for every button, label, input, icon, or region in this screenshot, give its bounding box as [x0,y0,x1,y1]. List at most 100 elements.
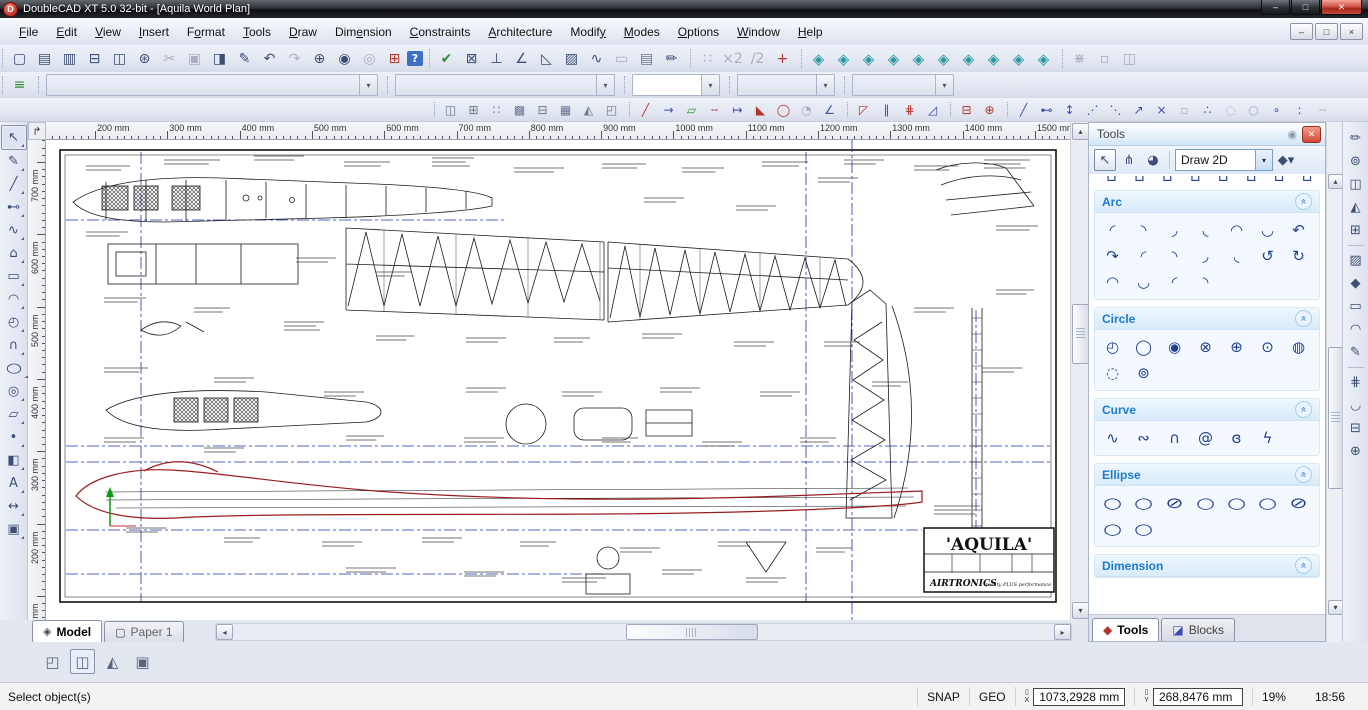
settings-icon[interactable]: ⊛ [132,48,157,70]
snap-colon-icon[interactable]: : [1288,100,1311,120]
collapse-chevron-icon[interactable]: « [1295,401,1312,418]
linestyle-combo[interactable]: ▾ [852,74,954,96]
format-painter-icon[interactable]: ✎ [232,48,257,70]
angle-vertex-icon[interactable]: ∠ [818,100,841,120]
y-coordinate[interactable]: ▯Y 268,8476 mm [1134,687,1252,706]
arc-tool-15-icon[interactable]: ◠ [1097,269,1128,295]
arrow-line-icon[interactable]: ↦ [726,100,749,120]
menu-dimension[interactable]: Dimension [326,25,401,39]
menu-insert[interactable]: Insert [130,25,178,39]
paste-icon[interactable]: ◨ [207,48,232,70]
grid-array-icon[interactable]: ⊞ [1345,219,1367,242]
arc-tool-8-icon[interactable]: ↷ [1097,243,1128,269]
red-shape-icon[interactable]: ◆ [1345,272,1367,295]
chevron-down-icon[interactable]: ▾ [816,75,834,95]
mirror-objects-icon[interactable]: ◭ [1345,196,1367,219]
arrange-hatch-icon[interactable]: ▩ [508,100,531,120]
pattern-objects-icon[interactable]: ⋕ [1345,371,1367,394]
hatch-objects-icon[interactable]: ▨ [1345,249,1367,272]
color-combo[interactable]: ▾ [395,74,615,96]
offset-point-icon[interactable]: + [770,48,795,70]
line-tool-icon[interactable]: ╱ [2,173,26,196]
zoom-icon[interactable]: ◉ [332,48,357,70]
section-header-dimension[interactable]: Dimension« [1095,555,1319,577]
menu-tools[interactable]: Tools [234,25,280,39]
collapse-chevron-icon[interactable]: « [1295,557,1312,574]
arrange-stack-icon[interactable]: ◫ [439,100,462,120]
bezier-tool-icon[interactable]: ∩ [2,334,26,357]
circle-tool-5-icon[interactable]: ⊕ [1221,334,1252,360]
undo-icon[interactable]: ↶ [257,48,282,70]
collapse-chevron-icon[interactable]: « [1295,310,1312,327]
line-tool-icon[interactable]: ╱ [634,100,657,120]
chevron-down-icon[interactable]: ▾ [1255,150,1272,170]
rect-node-icon[interactable]: ▱ [680,100,703,120]
panel-close-icon[interactable]: ✕ [1302,126,1321,143]
snap-cross-icon[interactable]: × [1150,100,1173,120]
menu-window[interactable]: Window [728,25,789,39]
polygon-tool-icon[interactable]: ⌂ [2,242,26,265]
sketch-tool-icon[interactable]: ✎ [2,150,26,173]
scroll-right-icon[interactable]: ▸ [1054,624,1071,640]
menu-format[interactable]: Format [178,25,234,39]
arc-tool-11-icon[interactable]: ◞ [1190,243,1221,269]
arc-tool-4-icon[interactable]: ◟ [1190,217,1221,243]
panel-scrollbar[interactable]: ▴ ▾ [1326,122,1342,642]
save-icon[interactable]: ▥ [57,48,82,70]
circle-tool-icon[interactable]: ◴ [2,311,26,334]
vscroll-thumb[interactable] [1072,304,1089,364]
print-drawing-icon[interactable]: ⊟ [1345,417,1367,440]
arc-tool-3-icon[interactable]: ◞ [1159,217,1190,243]
target-red-icon[interactable]: ⊕ [978,100,1001,120]
viewport-frame-icon[interactable]: ▣ [130,649,155,674]
shapes-tool-icon[interactable]: ▱ [2,403,26,426]
menu-view[interactable]: View [86,25,130,39]
arrange-grid-icon[interactable]: ▦ [554,100,577,120]
curve-objects-icon[interactable]: ◡ [1345,394,1367,417]
snap-vertical-icon[interactable]: ↕ [1058,100,1081,120]
view-cube-10-icon[interactable]: ◈ [1031,48,1056,70]
bricks-icon[interactable]: ▤ [634,48,659,70]
arc-tool-icon[interactable]: ◠ [2,288,26,311]
snap-diag2-icon[interactable]: ⋱ [1104,100,1127,120]
view-cube-5-icon[interactable]: ◈ [906,48,931,70]
line-endpoint-icon[interactable]: → [657,100,680,120]
collapse-chevron-icon[interactable]: « [1295,193,1312,210]
mdi-minimize-icon[interactable]: – [1290,23,1313,40]
dashed-line-icon[interactable]: ╌ [703,100,726,120]
menu-constraints[interactable]: Constraints [401,25,480,39]
circle-tool-9-icon[interactable]: ⊚ [1128,360,1159,386]
chevron-down-icon[interactable]: ▾ [596,75,614,95]
snap-therefore-icon[interactable]: ∴ [1196,100,1219,120]
arrange-dots-icon[interactable]: ∷ [485,100,508,120]
arc-tool-13-icon[interactable]: ↺ [1252,243,1283,269]
circle-tool-6-icon[interactable]: ⊙ [1252,334,1283,360]
layers-icon[interactable]: ≡ [7,74,32,96]
scroll-up-icon[interactable]: ▴ [1072,123,1089,140]
curve-tool-5-icon[interactable]: ɞ [1221,425,1252,451]
ellipse-tool-9-icon[interactable]: ○ [1121,516,1166,542]
arc-tool-16-icon[interactable]: ◡ [1128,269,1159,295]
coordinate-axis-icon[interactable]: ⊥ [484,48,509,70]
minimize-button[interactable]: – [1261,0,1290,15]
panel-explode-icon[interactable]: ◆▾ [1275,149,1297,171]
drawing-canvas[interactable]: 'AQUILA' AIRTRONICS quality PLUS perform… [46,140,1070,620]
curve-tool-2-icon[interactable]: ∾ [1128,425,1159,451]
circle-tool-8-icon[interactable]: ◌ [1097,360,1128,386]
chevron-down-icon[interactable]: ▾ [701,75,719,95]
curve-tool-3-icon[interactable]: ∩ [1159,425,1190,451]
section-header-ellipse[interactable]: Ellipse« [1095,464,1319,486]
arc-tool-14-icon[interactable]: ↻ [1283,243,1314,269]
panel-tab-blocks[interactable]: ◪Blocks [1161,618,1235,641]
view-cube-9-icon[interactable]: ◈ [1006,48,1031,70]
pin-icon[interactable]: ◉ [1287,128,1297,141]
view-cube-4-icon[interactable]: ◈ [881,48,906,70]
rotate-copy-icon[interactable]: ◰ [600,100,623,120]
close-button[interactable]: ✕ [1321,0,1362,15]
arc-tool-6-icon[interactable]: ◡ [1252,217,1283,243]
print-preview-icon[interactable]: ◫ [107,48,132,70]
help-icon[interactable]: ? [407,51,423,66]
freehand-query-icon[interactable]: ∿ [584,48,609,70]
circle-outline-icon[interactable]: ◯ [772,100,795,120]
arc-tool-18-icon[interactable]: ◝ [1190,269,1221,295]
